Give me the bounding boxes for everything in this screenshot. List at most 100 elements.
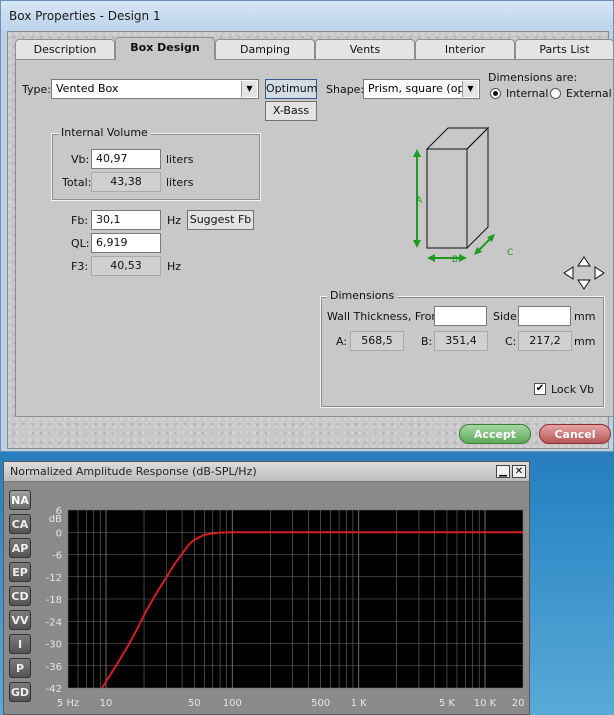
y-axis-label: dB [49, 514, 62, 525]
dimensions-title: Dimensions [327, 289, 398, 302]
external-radio[interactable] [550, 88, 561, 99]
shape-label: Shape: [326, 83, 365, 96]
side-button-ep[interactable]: EP [9, 562, 31, 582]
box-top-face [425, 127, 490, 150]
ql-label: QL: [71, 237, 90, 250]
side-button-gd[interactable]: GD [9, 682, 31, 702]
x-tick-label: 20 K [512, 698, 528, 709]
tab-description[interactable]: Description [15, 39, 115, 59]
y-tick-label: -12 [46, 573, 62, 584]
box-diagram: A B C [413, 126, 513, 265]
arrow-right-icon [459, 254, 467, 262]
dim-a-letter: A [416, 196, 423, 206]
x-tick-label: 50 [188, 698, 201, 709]
side-button-na[interactable]: NA [9, 490, 31, 510]
y-tick-label: -18 [46, 595, 62, 606]
side-button-ap[interactable]: AP [9, 538, 31, 558]
box-properties-window: Box Properties - Design 1 Description Bo… [0, 0, 614, 452]
rotate-view-control[interactable] [563, 256, 605, 290]
wall-thickness-label: Wall Thickness, Front: [327, 310, 447, 323]
y-tick-label: 0 [56, 528, 62, 539]
internal-label: Internal [506, 87, 549, 100]
response-window-title: Normalized Amplitude Response (dB-SPL/Hz… [4, 462, 529, 482]
y-tick-label: -42 [46, 684, 62, 695]
optimum-button[interactable]: Optimum [265, 79, 317, 99]
close-icon[interactable]: ✕ [512, 465, 526, 478]
type-select[interactable]: Vented Box ▼ [51, 79, 259, 99]
arrow-left-icon [427, 254, 435, 262]
window-title: Box Properties - Design 1 [1, 1, 613, 31]
arrow-up-icon[interactable] [577, 256, 591, 267]
tab-vents[interactable]: Vents [315, 39, 415, 59]
box-front-face [426, 148, 468, 249]
lock-vb-checkbox[interactable]: ✔ [534, 383, 546, 395]
accept-button[interactable]: Accept [459, 424, 531, 444]
side-button-p[interactable]: P [9, 658, 31, 678]
fb-input[interactable]: 30,1 [91, 210, 161, 230]
response-window: Normalized Amplitude Response (dB-SPL/Hz… [3, 461, 530, 715]
chevron-down-icon: ▼ [241, 81, 257, 97]
fb-unit: Hz [167, 214, 182, 227]
side-button-ca[interactable]: CA [9, 514, 31, 534]
dim-b-label: B: [421, 335, 433, 348]
vb-input[interactable]: 40,97 [91, 149, 161, 169]
ql-input[interactable]: 6,919 [91, 233, 161, 253]
suggest-fb-button[interactable]: Suggest Fb [187, 210, 254, 230]
x-tick-label: 10 K [474, 698, 497, 709]
tab-interior[interactable]: Interior [415, 39, 515, 59]
y-tick-labels: 60-6-12-18-24-30-36-42 [46, 506, 62, 695]
dim-b-letter: B [452, 255, 458, 265]
y-tick-label: -36 [46, 662, 62, 673]
x-tick-label: 5 Hz [57, 698, 79, 709]
dim-b-value: 351,4 [434, 331, 488, 351]
side-button-vv[interactable]: VV [9, 610, 31, 630]
x-tick-labels: 5 Hz 10 50 100 500 1 K 5 K 10 K 20 K [57, 698, 528, 709]
arrow-left-icon[interactable] [563, 266, 574, 280]
fb-label: Fb: [71, 214, 89, 227]
wall-side-input[interactable] [518, 306, 571, 326]
x-tick-label: 5 K [439, 698, 456, 709]
f3-value: 40,53 [91, 256, 161, 276]
type-value: Vented Box [56, 82, 119, 95]
total-label: Total: [62, 176, 92, 189]
cancel-button[interactable]: Cancel [539, 424, 611, 444]
dim-a-label: A: [336, 335, 348, 348]
vb-label: Vb: [71, 153, 90, 166]
dim-a-value: 568,5 [350, 331, 404, 351]
xbass-button[interactable]: X-Bass [265, 101, 317, 121]
total-unit: liters [166, 176, 194, 189]
side-button-cd[interactable]: CD [9, 586, 31, 606]
tab-damping[interactable]: Damping [215, 39, 315, 59]
side-label: Side: [493, 310, 521, 323]
x-tick-label: 100 [223, 698, 242, 709]
arrow-down-icon[interactable] [577, 279, 591, 290]
internal-radio[interactable] [490, 88, 501, 99]
wall-front-input[interactable] [434, 306, 487, 326]
dimensions-are-label: Dimensions are: [488, 71, 578, 84]
external-label: External [566, 87, 612, 100]
box-side-face [466, 126, 489, 250]
minimize-icon[interactable]: ▁ [496, 465, 510, 478]
vb-unit: liters [166, 153, 194, 166]
type-label: Type: [22, 83, 51, 96]
amplitude-response-chart: 60-6-12-18-24-30-36-42 5 Hz 10 50 100 500 1 K… [46, 506, 528, 709]
arrow-right-icon[interactable] [594, 266, 605, 280]
wall-mm-unit: mm [574, 310, 596, 323]
dim-c-value: 217,2 [518, 331, 572, 351]
x-tick-label: 1 K [351, 698, 368, 709]
f3-label: F3: [71, 260, 89, 273]
shape-select[interactable]: Prism, square (opt.) ▼ [363, 79, 480, 99]
arrow-down-icon [413, 240, 421, 248]
f3-unit: Hz [167, 260, 182, 273]
arrow-up-icon [413, 149, 421, 157]
lock-vb-label: Lock Vb [551, 383, 595, 396]
x-tick-label: 500 [311, 698, 330, 709]
total-value: 43,38 [91, 172, 161, 192]
chevron-down-icon: ▼ [462, 81, 478, 97]
tab-parts-list[interactable]: Parts List [515, 39, 614, 59]
shape-value: Prism, square (opt.) [368, 82, 477, 95]
y-tick-label: -6 [52, 551, 62, 562]
dim-c-label: C: [505, 335, 517, 348]
tab-box-design[interactable]: Box Design [115, 37, 215, 60]
side-button-i[interactable]: I [9, 634, 31, 654]
